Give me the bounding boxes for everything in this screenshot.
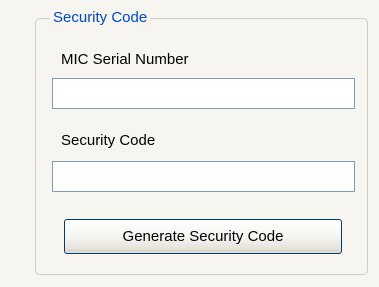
groupbox-title: Security Code <box>50 9 151 27</box>
security-code-label: Security Code <box>61 132 156 149</box>
mic-serial-number-label: MIC Serial Number <box>61 51 189 68</box>
mic-serial-number-input[interactable] <box>52 78 355 109</box>
security-code-input[interactable] <box>52 161 355 192</box>
generate-security-code-button[interactable]: Generate Security Code <box>64 219 342 254</box>
generate-button-label: Generate Security Code <box>122 228 284 245</box>
